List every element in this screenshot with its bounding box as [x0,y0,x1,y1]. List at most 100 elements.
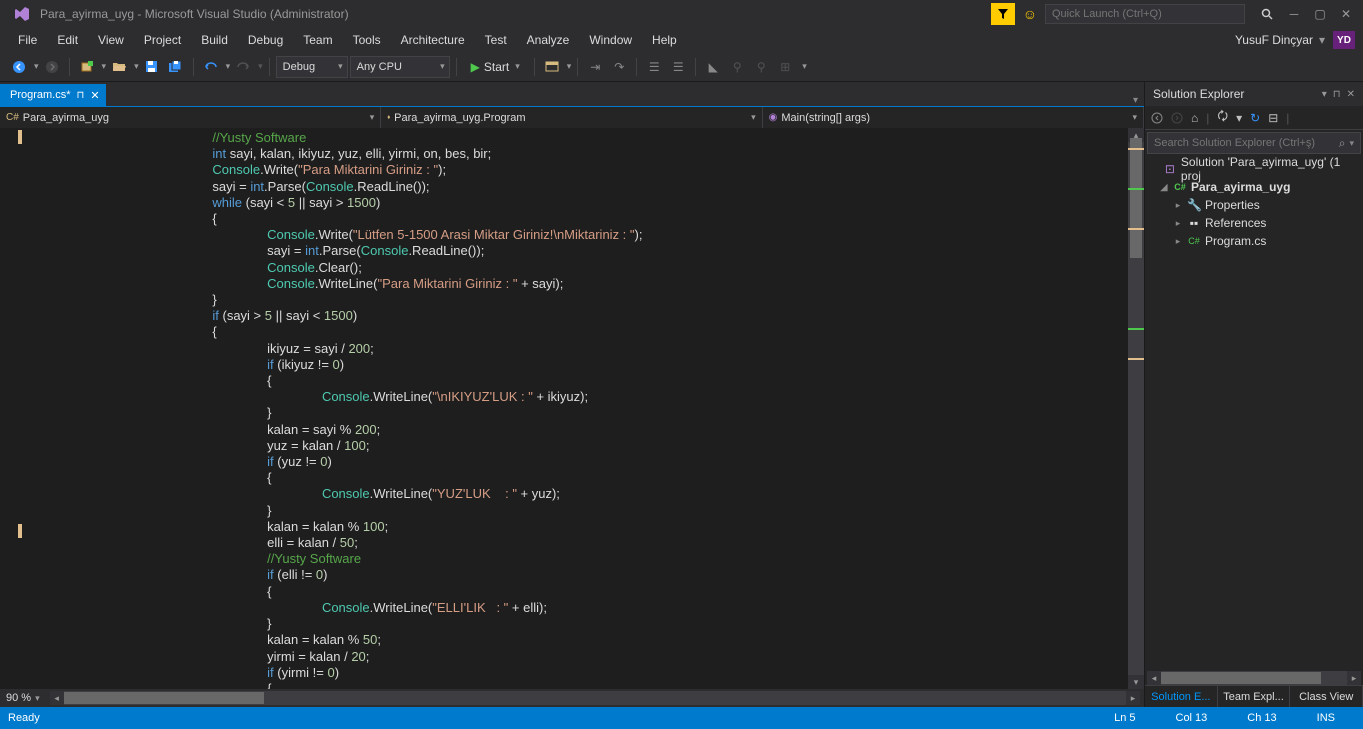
search-icon[interactable]: ⌕ [1339,136,1346,151]
code-editor[interactable]: //Yusty Software int sayi, kalan, ikiyuz… [44,128,1128,689]
nav-project-dropdown[interactable]: C#Para_ayirma_uyg [0,107,381,128]
scrollbar-thumb[interactable] [64,692,264,704]
nav-member-dropdown[interactable]: ◉Main(string[] args) [763,107,1144,128]
bookmark-icon[interactable]: ◣ [702,56,724,78]
outline-margin [0,128,18,689]
menu-architecture[interactable]: Architecture [391,31,475,49]
solexp-hscroll[interactable]: ◂ ▸ [1147,671,1361,685]
home-icon[interactable]: ⌂ [1191,111,1198,125]
status-char: Ch 13 [1227,712,1296,724]
menu-analyze[interactable]: Analyze [517,31,580,49]
scroll-left-icon[interactable]: ◂ [50,691,64,705]
menu-file[interactable]: File [8,31,47,49]
chevron-down-icon[interactable]: ▾ [567,61,572,72]
menu-window[interactable]: Window [579,31,642,49]
scrollbar-thumb[interactable] [1161,672,1321,684]
tree-label: Properties [1205,198,1260,212]
zoom-dropdown[interactable]: 90 %▾ [0,692,46,704]
open-file-button[interactable] [108,56,130,78]
config-dropdown[interactable]: Debug [276,56,348,78]
solution-explorer: Solution Explorer ▾ ⊓ ✕ ⌂ | 🗘 ▾ ↻ ⊟ | ⌕ … [1145,82,1363,707]
toolbar: ▾ ▾ ▾ ▾ ▾ Debug Any CPU ▶Start▾ ▾ ⇥ ↷ ☰ … [0,52,1363,82]
save-button[interactable] [141,56,163,78]
chevron-down-icon: ▾ [258,61,263,72]
refresh-icon[interactable]: ↻ [1250,111,1260,125]
window-title: Para_ayirma_uyg - Microsoft Visual Studi… [40,7,349,21]
redo-button[interactable] [232,56,254,78]
search-icon[interactable] [1261,8,1273,20]
start-button[interactable]: ▶Start▾ [463,56,528,78]
user-name[interactable]: YusuF Dinçyar [1235,33,1313,47]
scroll-left-icon[interactable]: ◂ [1147,671,1161,685]
chevron-down-icon[interactable]: ▾ [226,61,231,72]
maximize-button[interactable]: ▢ [1307,3,1333,25]
close-panel-icon[interactable]: ✕ [1347,89,1355,100]
code-map-icon: ⊞ [774,56,796,78]
feedback-smile-icon[interactable]: ☺ [1023,6,1037,22]
pin-icon[interactable]: ⊓ [77,90,85,101]
pending-changes-icon[interactable]: ▾ [1236,111,1242,125]
save-all-button[interactable] [165,56,187,78]
menu-view[interactable]: View [88,31,134,49]
menu-test[interactable]: Test [475,31,517,49]
scroll-right-icon[interactable]: ▸ [1347,671,1361,685]
chevron-down-icon[interactable]: ▾ [134,61,139,72]
browser-link-icon[interactable] [541,56,563,78]
menu-help[interactable]: Help [642,31,687,49]
quick-launch-input[interactable] [1045,4,1245,24]
chevron-down-icon[interactable]: ▾ [802,61,807,72]
nav-class-dropdown[interactable]: ⬪Para_ayirma_uyg.Program [381,107,762,128]
menu-debug[interactable]: Debug [238,31,293,49]
step-into-icon[interactable]: ⇥ [584,56,606,78]
nav-class-label: Para_ayirma_uyg.Program [394,112,525,124]
new-project-button[interactable] [76,56,98,78]
notifications-filter-icon[interactable] [991,3,1015,25]
comment-icon[interactable]: ☰ [643,56,665,78]
chevron-down-icon[interactable]: ▾ [1133,95,1138,106]
menu-team[interactable]: Team [293,31,342,49]
chevron-down-icon[interactable]: ▾ [102,61,107,72]
tree-properties[interactable]: ▸🔧Properties [1145,196,1363,214]
window-position-icon[interactable]: ▾ [1322,89,1327,100]
undo-button[interactable] [200,56,222,78]
glyph-margin[interactable] [18,128,44,689]
chevron-down-icon[interactable]: ▾ [34,61,39,72]
uncomment-icon[interactable]: ☰ [667,56,689,78]
solexp-tab[interactable]: Team Expl... [1218,686,1291,707]
menu-edit[interactable]: Edit [47,31,88,49]
status-ready: Ready [8,712,40,724]
collapse-all-icon[interactable]: ⊟ [1268,111,1278,125]
vertical-scrollbar[interactable]: ▴ ▾ [1128,128,1144,689]
close-button[interactable]: ✕ [1333,3,1359,25]
close-tab-icon[interactable]: ✕ [90,89,99,102]
tree-file[interactable]: ▸C#Program.cs [1145,232,1363,250]
solexp-search-input[interactable] [1154,137,1339,149]
tree-label: Solution 'Para_ayirma_uyg' (1 proj [1181,156,1363,183]
user-badge[interactable]: YD [1333,31,1355,49]
pin-icon[interactable]: ⊓ [1333,89,1341,100]
menu-project[interactable]: Project [134,31,191,49]
file-tab[interactable]: Program.cs* ⊓ ✕ [0,84,106,106]
menu-build[interactable]: Build [191,31,238,49]
scrollbar-thumb[interactable] [1130,138,1142,258]
platform-dropdown[interactable]: Any CPU [350,56,450,78]
chevron-down-icon[interactable]: ▾ [1319,33,1325,47]
step-over-icon[interactable]: ↷ [608,56,630,78]
status-ins: INS [1297,712,1355,724]
solexp-tab[interactable]: Solution E... [1145,686,1218,707]
minimize-button[interactable]: ─ [1281,3,1307,25]
solution-tree[interactable]: ⊡Solution 'Para_ayirma_uyg' (1 proj ◢C#P… [1145,156,1363,671]
tree-label: References [1205,216,1266,230]
sync-icon[interactable]: 🗘 [1217,107,1228,128]
solexp-tabs: Solution E...Team Expl...Class View [1145,685,1363,707]
scroll-down-icon[interactable]: ▾ [1128,675,1144,689]
tree-references[interactable]: ▸▪▪References [1145,214,1363,232]
nav-back-button[interactable] [8,56,30,78]
tree-solution[interactable]: ⊡Solution 'Para_ayirma_uyg' (1 proj [1145,160,1363,178]
back-icon[interactable] [1151,112,1163,124]
menu-tools[interactable]: Tools [343,31,391,49]
solexp-tab[interactable]: Class View [1290,686,1363,707]
solexp-search[interactable]: ⌕ ▾ [1147,132,1361,154]
scroll-right-icon[interactable]: ▸ [1126,691,1140,705]
horizontal-scrollbar[interactable]: ◂ ▸ [50,691,1140,705]
